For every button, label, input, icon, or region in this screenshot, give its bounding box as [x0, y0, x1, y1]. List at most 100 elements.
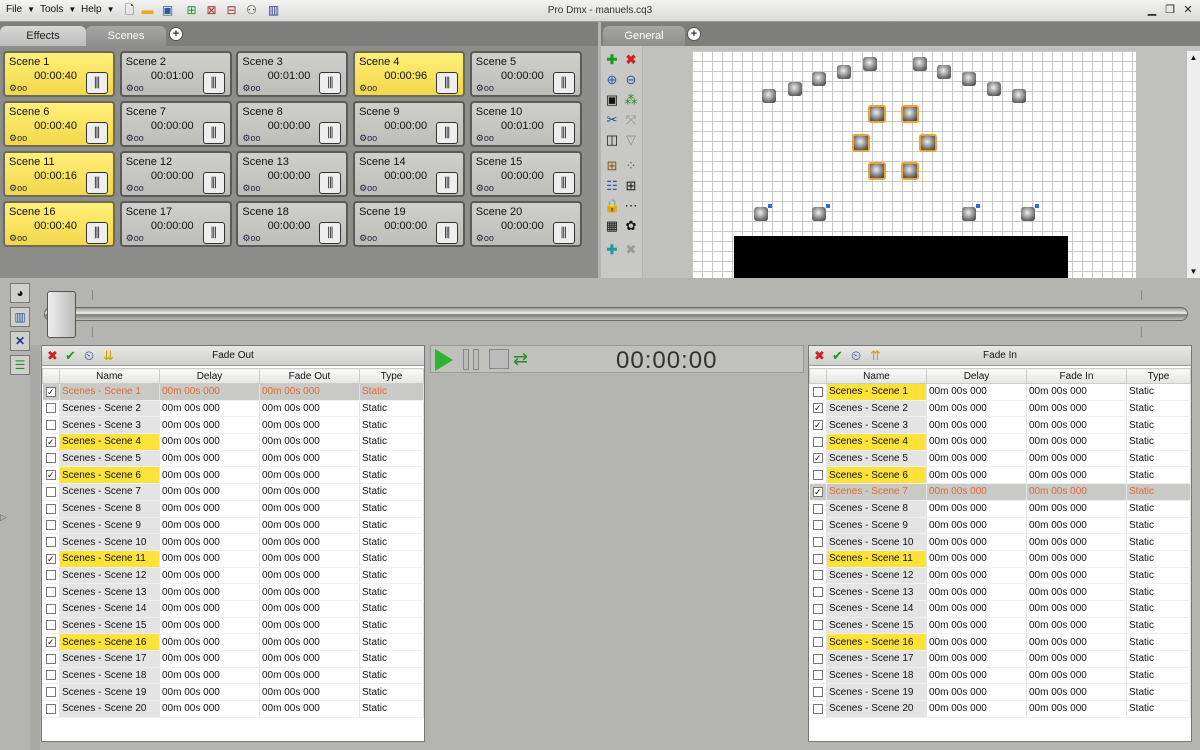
row-type[interactable]: Static [1126, 466, 1191, 485]
scene-tile[interactable]: Scene 6 00:00:40 ⚙oo ⫼ [3, 101, 115, 147]
fader-icon[interactable]: ⫼ [436, 222, 459, 244]
table-row[interactable]: Scenes - Scene 20 00m 00s 000 00m 00s 000 S… [42, 700, 424, 718]
row-type[interactable]: Static [359, 500, 424, 518]
column-header-type[interactable]: Type [359, 368, 424, 384]
row-fade[interactable]: 00m 00s 000 [1026, 400, 1127, 418]
row-fade[interactable]: 00m 00s 000 [1026, 650, 1127, 668]
align-icon[interactable]: ☷ [604, 178, 620, 194]
fixture-icon[interactable] [913, 57, 927, 71]
row-type[interactable]: Static [1126, 517, 1191, 535]
row-delay[interactable]: 00m 00s 000 [926, 667, 1027, 685]
fader-icon[interactable]: ⫼ [436, 122, 459, 144]
fader-icon[interactable]: ⫼ [552, 72, 575, 94]
row-type[interactable]: Static [1126, 450, 1191, 468]
fader-icon[interactable]: ⫼ [86, 72, 108, 94]
row-delay[interactable]: 00m 00s 000 [159, 533, 260, 551]
row-checkbox[interactable] [42, 667, 60, 685]
scene-tile[interactable]: Scene 4 00:00:96 ⚙oo ⫼ [353, 51, 466, 97]
scene-tile[interactable]: Scene 7 00:00:00 ⚙oo ⫼ [119, 101, 232, 147]
column-header-fade-out[interactable]: Fade Out [259, 368, 360, 384]
delete-icon[interactable]: ✖ [623, 52, 639, 68]
row-type[interactable]: Static [359, 550, 424, 568]
row-delay[interactable]: 00m 00s 000 [159, 567, 260, 585]
pause-icon[interactable] [463, 349, 479, 370]
row-fade[interactable]: 00m 00s 000 [1026, 617, 1127, 635]
scene-tile[interactable]: Scene 8 00:00:00 ⚙oo ⫼ [236, 101, 349, 147]
row-checkbox[interactable]: ✓ [809, 483, 827, 501]
row-checkbox[interactable]: ✓ [42, 633, 60, 651]
row-checkbox[interactable] [809, 617, 827, 635]
row-delay[interactable]: 00m 00s 000 [159, 400, 260, 418]
table-row[interactable]: Scenes - Scene 13 00m 00s 000 00m 00s 000 S… [809, 583, 1191, 601]
row-type[interactable]: Static [1126, 600, 1191, 618]
mirror-icon[interactable]: ◫ [604, 132, 620, 148]
row-delay[interactable]: 00m 00s 000 [926, 617, 1027, 635]
fader-icon[interactable]: ⫼ [552, 172, 575, 194]
row-delay[interactable]: 00m 00s 000 [926, 383, 1027, 401]
column-header-delay[interactable]: Delay [159, 368, 260, 384]
fader-icon[interactable]: ⫼ [436, 72, 459, 94]
table-row[interactable]: Scenes - Scene 19 00m 00s 000 00m 00s 000 S… [42, 683, 424, 702]
row-fade[interactable]: 00m 00s 000 [1026, 533, 1127, 551]
fader-icon[interactable]: ⫼ [552, 222, 575, 244]
table-row[interactable]: ✓ Scenes - Scene 7 00m 00s 000 00m 00s 000 S… [809, 483, 1191, 501]
scroll-up-icon[interactable]: ▲ [1187, 53, 1200, 62]
row-delay[interactable]: 00m 00s 000 [159, 650, 260, 668]
row-checkbox[interactable] [42, 700, 60, 718]
row-type[interactable]: Static [1126, 667, 1191, 685]
row-delay[interactable]: 00m 00s 000 [159, 500, 260, 518]
fixture-icon[interactable] [812, 72, 826, 86]
row-type[interactable]: Static [359, 633, 424, 651]
row-checkbox[interactable]: ✓ [42, 466, 60, 485]
scene-tile[interactable]: Scene 11 00:00:16 ⚙oo ⫼ [3, 151, 115, 197]
row-checkbox[interactable] [42, 617, 60, 635]
row-checkbox[interactable] [809, 466, 827, 485]
row-fade[interactable]: 00m 00s 000 [259, 450, 360, 468]
row-checkbox[interactable] [809, 500, 827, 518]
table-row[interactable]: Scenes - Scene 14 00m 00s 000 00m 00s 000 S… [42, 600, 424, 618]
close-icon[interactable]: ✕ [1181, 3, 1195, 17]
zoom-in-icon[interactable]: ⊕ [604, 72, 620, 88]
column-header-fade-in[interactable]: Fade In [1026, 368, 1127, 384]
row-checkbox[interactable] [42, 400, 60, 418]
table-row[interactable]: Scenes - Scene 7 00m 00s 000 00m 00s 000 St… [42, 483, 424, 501]
row-delay[interactable]: 00m 00s 000 [159, 617, 260, 635]
row-type[interactable]: Static [359, 600, 424, 618]
row-checkbox[interactable]: ✓ [42, 550, 60, 568]
zoom-out-icon[interactable]: ⊖ [623, 72, 639, 88]
row-type[interactable]: Static [1126, 383, 1191, 401]
row-checkbox[interactable] [42, 517, 60, 535]
row-delay[interactable]: 00m 00s 000 [159, 466, 260, 485]
row-fade[interactable]: 00m 00s 000 [1026, 466, 1127, 485]
row-fade[interactable]: 00m 00s 000 [1026, 517, 1127, 535]
fader-icon[interactable]: ⫼ [552, 122, 575, 144]
fixture-icon[interactable] [868, 162, 886, 180]
row-type[interactable]: Static [359, 450, 424, 468]
scene-tile[interactable]: Scene 5 00:00:00 ⚙oo ⫼ [469, 51, 582, 97]
fader-icon[interactable]: ⫼ [86, 122, 108, 144]
fader-icon[interactable]: ⫼ [202, 122, 225, 144]
fixture-icon[interactable] [812, 204, 830, 221]
tab-effects[interactable]: Effects [0, 26, 86, 46]
column-header-delay[interactable]: Delay [926, 368, 1027, 384]
table-row[interactable]: ✓ Scenes - Scene 3 00m 00s 000 00m 00s 000 S… [809, 416, 1191, 435]
table-row[interactable]: Scenes - Scene 6 00m 00s 000 00m 00s 000 St… [809, 466, 1191, 485]
row-checkbox[interactable]: ✓ [42, 383, 60, 401]
fader-icon[interactable]: ⫼ [436, 172, 459, 194]
table-row[interactable]: Scenes - Scene 12 00m 00s 000 00m 00s 000 S… [809, 567, 1191, 585]
row-fade[interactable]: 00m 00s 000 [1026, 416, 1127, 435]
row-checkbox[interactable] [42, 450, 60, 468]
row-delay[interactable]: 00m 00s 000 [926, 600, 1027, 618]
row-fade[interactable]: 00m 00s 000 [259, 583, 360, 601]
tab-scenes[interactable]: Scenes [86, 26, 166, 46]
fader-icon[interactable]: ⫼ [86, 172, 108, 194]
crossfade-track[interactable] [44, 307, 1188, 321]
row-type[interactable]: Static [1126, 683, 1191, 702]
row-fade[interactable]: 00m 00s 000 [1026, 683, 1127, 702]
row-type[interactable]: Static [1126, 500, 1191, 518]
row-fade[interactable]: 00m 00s 000 [259, 600, 360, 618]
table-row[interactable]: Scenes - Scene 1 00m 00s 000 00m 00s 000 St… [809, 383, 1191, 401]
fader-icon[interactable]: ⫼ [319, 122, 342, 144]
row-fade[interactable]: 00m 00s 000 [1026, 550, 1127, 568]
table-row[interactable]: ✓ Scenes - Scene 4 00m 00s 000 00m 00s 000 S… [42, 433, 424, 451]
